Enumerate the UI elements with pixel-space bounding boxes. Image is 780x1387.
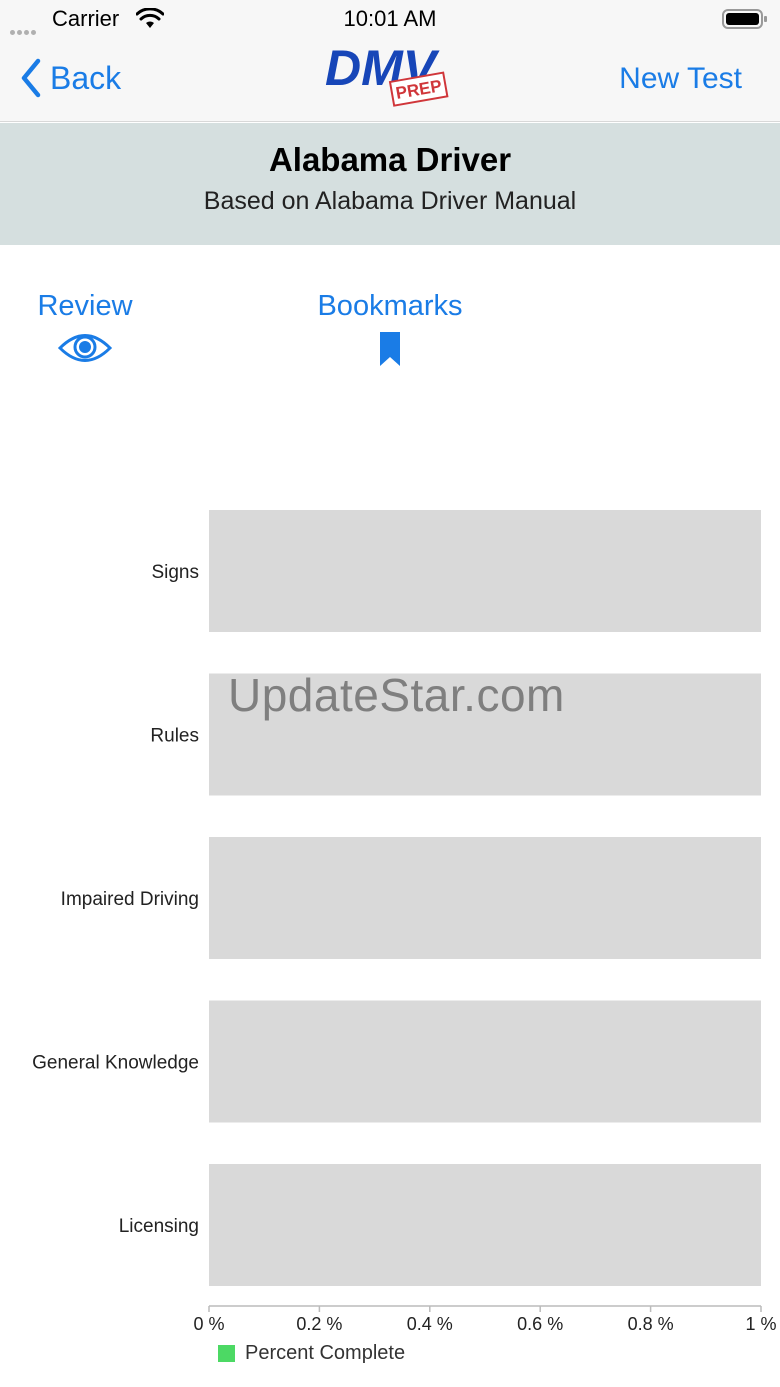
test-header: Alabama Driver Based on Alabama Driver M… [0, 123, 780, 245]
page-subtitle: Based on Alabama Driver Manual [203, 187, 577, 215]
bar-track [209, 1164, 761, 1286]
new-test-button[interactable]: New Test [619, 62, 742, 96]
bar-track [209, 1000, 761, 1123]
category-label: Licensing [119, 1216, 199, 1237]
x-tick-label: 0.6 % [517, 1314, 563, 1334]
category-label: General Knowledge [32, 1053, 199, 1074]
watermark: UpdateStar.com [228, 669, 565, 721]
chart-legend: Percent Complete [218, 1342, 405, 1365]
back-label: Back [50, 59, 122, 96]
review-button[interactable]: Review [24, 290, 146, 365]
chevron-left-icon [21, 58, 41, 98]
bookmarks-button[interactable]: Bookmarks [300, 290, 480, 367]
bar-track [209, 510, 761, 632]
legend-swatch [218, 1345, 235, 1362]
bookmarks-label: Bookmarks [317, 290, 463, 322]
legend-label: Percent Complete [245, 1342, 406, 1364]
x-tick-label: 0 % [193, 1314, 224, 1334]
navigation-bar: Back DMV PREP New Test [0, 38, 780, 122]
category-label: Rules [150, 726, 199, 747]
category-label: Impaired Driving [61, 889, 199, 910]
dmv-prep-logo: DMV PREP [325, 40, 449, 107]
chart-svg: Signs Rules Impaired Driving General Knowle… [32, 510, 777, 1334]
bar-track [209, 837, 761, 959]
review-label: Review [37, 290, 133, 322]
x-tick-label: 1 % [745, 1314, 776, 1334]
clock: 10:01 AM [343, 6, 437, 31]
x-tick-label: 0.2 % [296, 1314, 342, 1334]
category-label: Signs [151, 562, 199, 583]
back-button[interactable]: Back [20, 58, 121, 98]
x-tick-label: 0.8 % [628, 1314, 674, 1334]
x-tick-label: 0.4 % [407, 1314, 453, 1334]
bookmark-icon [380, 332, 400, 366]
status-bar: Carrier 10:01 AM [0, 0, 780, 38]
battery-icon [722, 8, 768, 35]
eye-icon [58, 334, 112, 362]
progress-chart: Signs Rules Impaired Driving General Knowle… [0, 490, 780, 1387]
page-title: Alabama Driver [268, 141, 512, 178]
